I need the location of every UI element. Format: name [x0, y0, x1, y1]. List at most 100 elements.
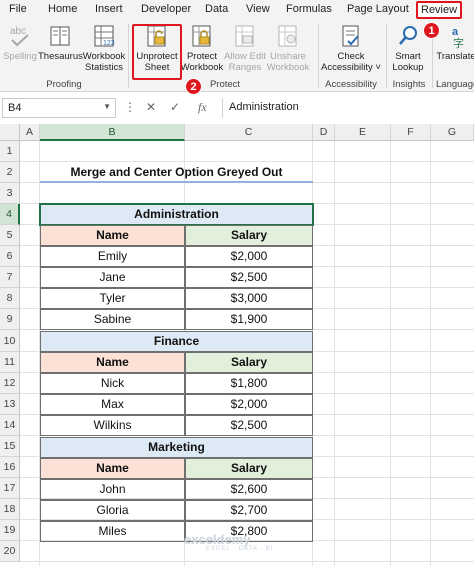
row-header-19[interactable]: 19 [0, 520, 20, 541]
tab-review[interactable]: Review [416, 1, 463, 19]
spreadsheet-grid[interactable]: A B C D E F G 1 2 3 4 5 6 7 8 9 10 11 12 13 14 15 16 17 1… [0, 124, 474, 566]
table-cell-salary[interactable]: $2,500 [185, 267, 313, 288]
spelling-abc-icon: abc [10, 26, 29, 47]
confirm-icon[interactable]: ✓ [170, 100, 180, 114]
table-cell-name[interactable]: Sabine [40, 309, 185, 330]
gridline [390, 141, 391, 566]
name-column-header[interactable]: Name [40, 352, 185, 373]
table-cell-salary[interactable]: $2,500 [185, 415, 313, 436]
table-cell-salary[interactable]: $3,000 [185, 288, 313, 309]
row-header-5[interactable]: 5 [0, 225, 20, 246]
salary-column-header[interactable]: Salary [185, 225, 313, 246]
table-cell-salary[interactable]: $2,000 [185, 394, 313, 415]
protect-workbook-button[interactable]: Protect Workbook [180, 22, 224, 73]
smart-lookup-button[interactable]: Smart Lookup [388, 22, 428, 73]
row-header-6[interactable]: 6 [0, 246, 20, 267]
tab-data[interactable]: Data [205, 3, 228, 15]
proofing-group-label: Proofing [46, 79, 82, 90]
protect-workbook-label-2: Workbook [180, 62, 224, 73]
smart-lookup-icon [399, 26, 417, 45]
table-cell-name[interactable]: Max [40, 394, 185, 415]
row-header-18[interactable]: 18 [0, 499, 20, 520]
row-header-9[interactable]: 9 [0, 309, 20, 330]
workbook-statistics-label-2: Statistics [84, 62, 123, 73]
tab-page-layout[interactable]: Page Layout [347, 3, 409, 15]
column-header-c[interactable]: C [185, 124, 313, 141]
row-header-12[interactable]: 12 [0, 373, 20, 394]
cancel-icon[interactable]: ✕ [146, 100, 156, 114]
row-header-11[interactable]: 11 [0, 352, 20, 373]
insert-function-icon[interactable]: fx [198, 100, 207, 115]
allow-edit-ranges-button[interactable]: Allow Edit Ranges [223, 22, 267, 73]
table-cell-name[interactable]: Tyler [40, 288, 185, 309]
tab-home[interactable]: Home [48, 3, 77, 15]
table-cell-name[interactable]: Jane [40, 267, 185, 288]
group-separator [128, 24, 129, 88]
name-column-header[interactable]: Name [40, 458, 185, 479]
sheet-title: Merge and Center Option Greyed Out [40, 162, 313, 183]
chevron-down-icon[interactable]: ▼ [103, 102, 111, 111]
tab-view[interactable]: View [246, 3, 270, 15]
row-header-17[interactable]: 17 [0, 478, 20, 499]
formula-input[interactable]: Administration [222, 98, 472, 118]
tab-formulas[interactable]: Formulas [286, 3, 332, 15]
unshare-workbook-button[interactable]: Unshare Workbook [266, 22, 310, 73]
table-cell-salary[interactable]: $2,000 [185, 246, 313, 267]
svg-text:123: 123 [103, 40, 115, 47]
protect-group-label: Protect [209, 79, 241, 90]
table-cell-name[interactable]: Gloria [40, 500, 185, 521]
name-box[interactable]: B4 ▼ [2, 98, 116, 118]
salary-column-header[interactable]: Salary [185, 352, 313, 373]
translate-label: Translate [436, 51, 474, 62]
row-header-1[interactable]: 1 [0, 141, 20, 162]
row-header-2[interactable]: 2 [0, 162, 20, 183]
translate-button[interactable]: a 字 Translate [436, 22, 474, 62]
row-header-13[interactable]: 13 [0, 394, 20, 415]
gridline [20, 561, 474, 562]
table-cell-name[interactable]: Emily [40, 246, 185, 267]
row-header-4[interactable]: 4 [0, 204, 20, 225]
table-cell-name[interactable]: Nick [40, 373, 185, 394]
table-cell-salary[interactable]: $1,900 [185, 309, 313, 330]
row-header-20[interactable]: 20 [0, 541, 20, 562]
group-separator [318, 24, 319, 88]
table-cell-name[interactable]: Wilkins [40, 415, 185, 436]
table-cell-salary[interactable]: $2,700 [185, 500, 313, 521]
workbook-statistics-icon: 123 [94, 25, 115, 47]
column-header-g[interactable]: G [431, 124, 474, 141]
select-all-corner[interactable] [0, 124, 20, 141]
row-header-10[interactable]: 10 [0, 330, 20, 352]
table-cell-name[interactable]: Miles [40, 521, 185, 542]
spelling-button[interactable]: abc Spelling [3, 22, 37, 62]
table-cell-name[interactable]: John [40, 479, 185, 500]
salary-column-header[interactable]: Salary [185, 458, 313, 479]
row-header-14[interactable]: 14 [0, 415, 20, 436]
unshare-workbook-label-1: Unshare [270, 51, 306, 62]
thesaurus-button[interactable]: Thesaurus [38, 22, 83, 62]
row-header-16[interactable]: 16 [0, 457, 20, 478]
column-header-e[interactable]: E [335, 124, 391, 141]
row-header-3[interactable]: 3 [0, 183, 20, 204]
more-options-icon[interactable]: ⋮ [124, 100, 136, 114]
tab-insert[interactable]: Insert [95, 3, 123, 15]
check-accessibility-label-2: Accessibility ˅ [321, 62, 381, 73]
table-cell-salary[interactable]: $2,600 [185, 479, 313, 500]
column-header-f[interactable]: F [391, 124, 431, 141]
row-header-15[interactable]: 15 [0, 436, 20, 457]
column-header-b[interactable]: B [40, 124, 185, 141]
svg-text:字: 字 [453, 36, 464, 50]
column-header-d[interactable]: D [313, 124, 335, 141]
row-header-8[interactable]: 8 [0, 288, 20, 309]
section-header-finance[interactable]: Finance [40, 331, 313, 352]
tab-file[interactable]: File [9, 3, 27, 15]
workbook-statistics-button[interactable]: 123 Workbook Statistics [82, 22, 126, 73]
check-accessibility-button[interactable]: Check Accessibility ˅ [320, 22, 382, 73]
table-cell-salary[interactable]: $1,800 [185, 373, 313, 394]
name-column-header[interactable]: Name [40, 225, 185, 246]
check-accessibility-label-1: Check [337, 51, 365, 62]
section-header-administration[interactable]: Administration [39, 203, 314, 226]
row-header-7[interactable]: 7 [0, 267, 20, 288]
column-header-a[interactable]: A [20, 124, 40, 141]
tab-developer[interactable]: Developer [141, 3, 191, 15]
section-header-marketing[interactable]: Marketing [40, 437, 313, 458]
